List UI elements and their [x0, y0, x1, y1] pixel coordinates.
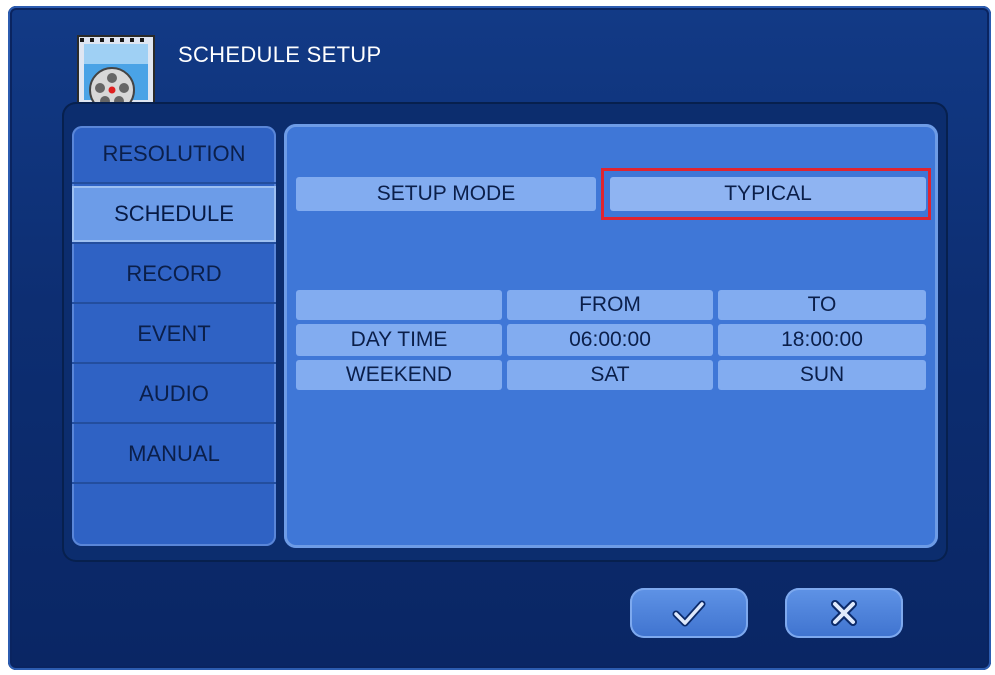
sidebar-item-event[interactable]: EVENT	[72, 306, 276, 364]
page-title: SCHEDULE SETUP	[178, 42, 382, 67]
confirm-button[interactable]	[630, 588, 748, 638]
sidebar-item-resolution[interactable]: RESOLUTION	[72, 126, 276, 184]
row-label-day-time: DAY TIME	[296, 324, 502, 356]
sidebar-item-record[interactable]: RECORD	[72, 246, 276, 304]
setup-mode-label: SETUP MODE	[296, 177, 596, 211]
table-header-from: FROM	[507, 290, 713, 320]
weekend-from-field[interactable]: SAT	[507, 360, 713, 390]
table-header-empty	[296, 290, 502, 320]
sidebar-item-label: SCHEDULE	[114, 201, 234, 226]
sidebar-item-label: MANUAL	[128, 441, 220, 466]
day-time-from-field[interactable]: 06:00:00	[507, 324, 713, 356]
sidebar-menu: RESOLUTION SCHEDULE RECORD EVENT AUDIO M…	[72, 126, 276, 546]
row-label-weekend: WEEKEND	[296, 360, 502, 390]
sidebar-item-label: AUDIO	[139, 381, 209, 406]
sidebar-item-label: RESOLUTION	[102, 141, 246, 166]
sidebar-item-label: EVENT	[137, 321, 211, 346]
sidebar-item-label: RECORD	[126, 261, 222, 286]
selection-highlight	[601, 168, 931, 220]
cancel-button[interactable]	[785, 588, 903, 638]
weekend-to-field[interactable]: SUN	[718, 360, 926, 390]
sidebar-item-empty	[72, 486, 276, 544]
table-header-to: TO	[718, 290, 926, 320]
sidebar-item-audio[interactable]: AUDIO	[72, 366, 276, 424]
close-icon	[831, 600, 857, 626]
sidebar-item-schedule[interactable]: SCHEDULE	[72, 186, 276, 244]
check-icon	[672, 600, 706, 627]
sidebar-item-manual[interactable]: MANUAL	[72, 426, 276, 484]
day-time-to-field[interactable]: 18:00:00	[718, 324, 926, 356]
